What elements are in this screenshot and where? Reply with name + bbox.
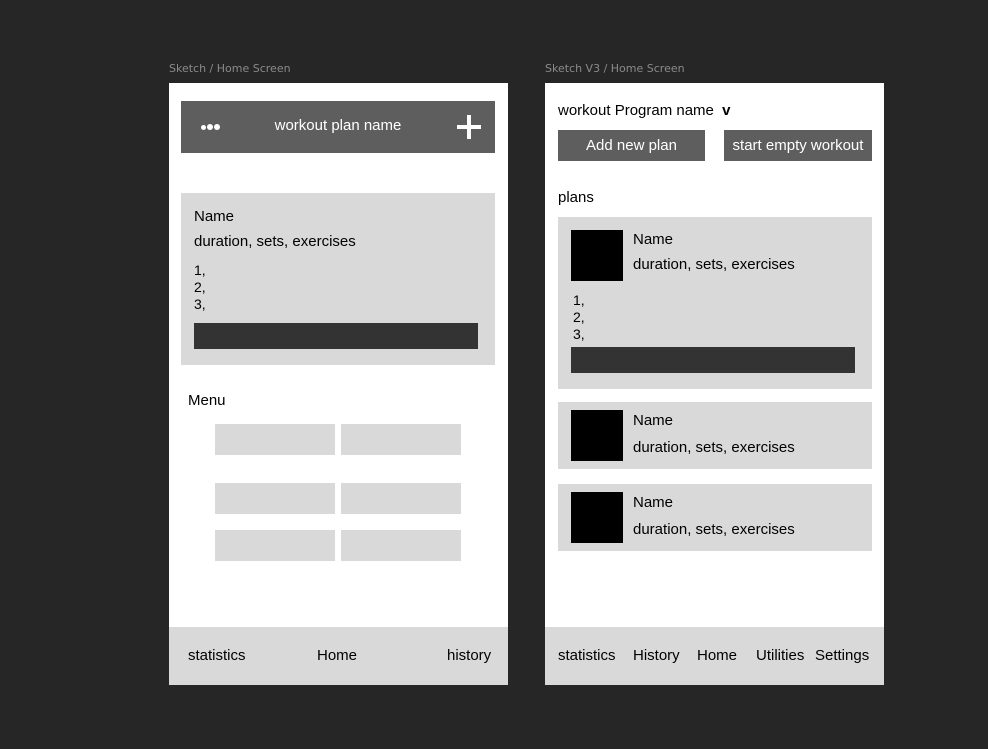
nav-utilities[interactable]: Utilities bbox=[756, 647, 804, 664]
menu-tile[interactable] bbox=[215, 530, 335, 561]
start-empty-workout-button[interactable]: start empty workout bbox=[724, 130, 872, 161]
menu-tile[interactable] bbox=[341, 530, 461, 561]
nav-settings[interactable]: Settings bbox=[815, 647, 869, 664]
nav-history[interactable]: history bbox=[447, 647, 491, 664]
program-name-dropdown[interactable]: workout Program name v bbox=[558, 102, 730, 119]
list-item: 3, bbox=[194, 296, 206, 312]
program-name: workout Program name bbox=[558, 102, 714, 119]
plan-thumbnail bbox=[571, 230, 623, 281]
menu-label: Menu bbox=[188, 392, 226, 409]
top-app-bar: workout plan name bbox=[181, 101, 495, 153]
plan-name: Name bbox=[633, 494, 674, 511]
bottom-nav: statistics History Home Utilities Settin… bbox=[545, 627, 884, 685]
menu-tile[interactable] bbox=[341, 483, 461, 514]
list-item: 1, bbox=[194, 262, 206, 278]
nav-home[interactable]: Home bbox=[317, 647, 357, 664]
plan-meta: duration, sets, exercises bbox=[633, 256, 795, 273]
plan-card[interactable]: Name duration, sets, exercises bbox=[558, 484, 872, 551]
nav-statistics[interactable]: statistics bbox=[558, 647, 616, 664]
list-item: 3, bbox=[573, 326, 585, 342]
plans-label: plans bbox=[558, 189, 594, 206]
menu-tile[interactable] bbox=[341, 424, 461, 455]
list-item: 1, bbox=[573, 292, 585, 308]
plan-thumbnail bbox=[571, 410, 623, 461]
list-item: 2, bbox=[573, 309, 585, 325]
list-item: 2, bbox=[194, 279, 206, 295]
plan-meta: duration, sets, exercises bbox=[194, 233, 356, 250]
plan-name: Name bbox=[633, 231, 674, 248]
bottom-nav: statistics Home history bbox=[169, 627, 508, 685]
menu-tile[interactable] bbox=[215, 483, 335, 514]
plan-thumbnail bbox=[571, 492, 623, 543]
plan-name: Name bbox=[194, 208, 235, 225]
frame-label: Sketch / Home Screen bbox=[169, 62, 291, 75]
add-new-plan-button[interactable]: Add new plan bbox=[558, 130, 705, 161]
plan-card[interactable]: Name duration, sets, exercises 1, 2, 3, bbox=[558, 217, 872, 389]
plus-icon[interactable] bbox=[457, 115, 481, 139]
chevron-down-icon: v bbox=[722, 102, 731, 119]
home-screen-frame: workout plan name Name duration, sets, e… bbox=[169, 83, 508, 685]
plan-name-title: workout plan name bbox=[274, 117, 402, 134]
plan-meta: duration, sets, exercises bbox=[633, 439, 795, 456]
nav-home[interactable]: Home bbox=[697, 647, 737, 664]
frame-label: Sketch V3 / Home Screen bbox=[545, 62, 685, 75]
menu-tile[interactable] bbox=[215, 424, 335, 455]
plan-meta: duration, sets, exercises bbox=[633, 521, 795, 538]
plan-card[interactable]: Name duration, sets, exercises bbox=[558, 402, 872, 469]
home-screen-v3-frame: workout Program name v Add new plan star… bbox=[545, 83, 884, 685]
start-plan-bar[interactable] bbox=[194, 323, 478, 349]
nav-statistics[interactable]: statistics bbox=[188, 647, 246, 664]
plan-card[interactable]: Name duration, sets, exercises 1, 2, 3, bbox=[181, 193, 495, 365]
start-plan-bar[interactable] bbox=[571, 347, 855, 373]
nav-history[interactable]: History bbox=[633, 647, 680, 664]
plan-name: Name bbox=[633, 412, 674, 429]
